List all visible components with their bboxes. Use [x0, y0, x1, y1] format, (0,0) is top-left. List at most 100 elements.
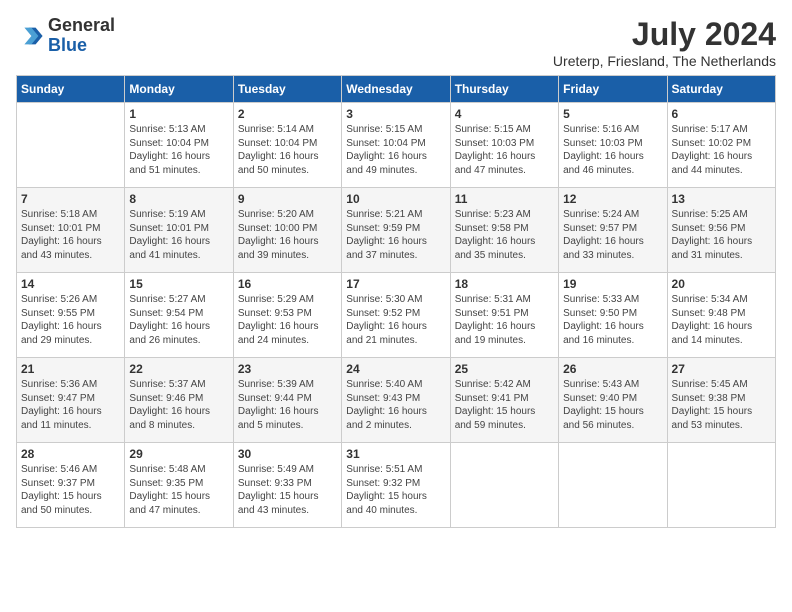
logo-blue-label: Blue [48, 36, 115, 56]
page-header: General Blue July 2024 Ureterp, Frieslan… [16, 16, 776, 69]
cell-content: Sunrise: 5:31 AM Sunset: 9:51 PM Dayligh… [455, 293, 554, 347]
day-number: 3 [346, 107, 445, 121]
calendar-cell: 26 Sunrise: 5:43 AM Sunset: 9:40 PM Dayli… [559, 358, 667, 443]
day-number: 27 [672, 362, 771, 376]
cell-content: Sunrise: 5:30 AM Sunset: 9:52 PM Dayligh… [346, 293, 445, 347]
day-number: 26 [563, 362, 662, 376]
calendar-cell: 8 Sunrise: 5:19 AM Sunset: 10:01 PM Dayli… [125, 188, 233, 273]
day-number: 7 [21, 192, 120, 206]
header-cell-thursday: Thursday [450, 76, 558, 103]
cell-content: Sunrise: 5:26 AM Sunset: 9:55 PM Dayligh… [21, 293, 120, 347]
day-number: 20 [672, 277, 771, 291]
main-title: July 2024 [553, 16, 776, 53]
calendar-cell: 3 Sunrise: 5:15 AM Sunset: 10:04 PM Dayli… [342, 103, 450, 188]
cell-content: Sunrise: 5:43 AM Sunset: 9:40 PM Dayligh… [563, 378, 662, 432]
day-number: 30 [238, 447, 337, 461]
day-number: 31 [346, 447, 445, 461]
logo-text: General Blue [48, 16, 115, 56]
day-number: 17 [346, 277, 445, 291]
cell-content: Sunrise: 5:21 AM Sunset: 9:59 PM Dayligh… [346, 208, 445, 262]
cell-content: Sunrise: 5:24 AM Sunset: 9:57 PM Dayligh… [563, 208, 662, 262]
day-number: 12 [563, 192, 662, 206]
calendar-cell: 5Sunrise: 5:16 AM Sunset: 10:03 PM Dayli… [559, 103, 667, 188]
cell-content: Sunrise: 5:16 AM Sunset: 10:03 PM Daylig… [563, 123, 662, 177]
calendar-week-1: 1 Sunrise: 5:13 AM Sunset: 10:04 PM Dayli… [17, 103, 776, 188]
logo-general-label: General [48, 16, 115, 36]
calendar-cell: 28Sunrise: 5:46 AM Sunset: 9:37 PM Dayli… [17, 443, 125, 528]
cell-content: Sunrise: 5:36 AM Sunset: 9:47 PM Dayligh… [21, 378, 120, 432]
day-number: 22 [129, 362, 228, 376]
calendar-header: SundayMondayTuesdayWednesdayThursdayFrid… [17, 76, 776, 103]
day-number: 24 [346, 362, 445, 376]
cell-content: Sunrise: 5:40 AM Sunset: 9:43 PM Dayligh… [346, 378, 445, 432]
calendar-week-4: 21 Sunrise: 5:36 AM Sunset: 9:47 PM Dayli… [17, 358, 776, 443]
cell-content: Sunrise: 5:39 AM Sunset: 9:44 PM Dayligh… [238, 378, 337, 432]
calendar-cell: 29Sunrise: 5:48 AM Sunset: 9:35 PM Dayli… [125, 443, 233, 528]
calendar-cell: 7Sunrise: 5:18 AM Sunset: 10:01 PM Dayli… [17, 188, 125, 273]
calendar-table: SundayMondayTuesdayWednesdayThursdayFrid… [16, 75, 776, 528]
calendar-cell: 15Sunrise: 5:27 AM Sunset: 9:54 PM Dayli… [125, 273, 233, 358]
subtitle: Ureterp, Friesland, The Netherlands [553, 53, 776, 69]
cell-content: Sunrise: 5:14 AM Sunset: 10:04 PM Daylig… [238, 123, 337, 177]
cell-content: Sunrise: 5:49 AM Sunset: 9:33 PM Dayligh… [238, 463, 337, 517]
day-number: 28 [21, 447, 120, 461]
day-number: 10 [346, 192, 445, 206]
day-number: 9 [238, 192, 337, 206]
calendar-cell: 31 Sunrise: 5:51 AM Sunset: 9:32 PM Dayli… [342, 443, 450, 528]
cell-content: Sunrise: 5:15 AM Sunset: 10:03 PM Daylig… [455, 123, 554, 177]
calendar-cell: 18 Sunrise: 5:31 AM Sunset: 9:51 PM Dayli… [450, 273, 558, 358]
calendar-cell: 11Sunrise: 5:23 AM Sunset: 9:58 PM Dayli… [450, 188, 558, 273]
header-cell-friday: Friday [559, 76, 667, 103]
calendar-week-5: 28Sunrise: 5:46 AM Sunset: 9:37 PM Dayli… [17, 443, 776, 528]
day-number: 25 [455, 362, 554, 376]
cell-content: Sunrise: 5:33 AM Sunset: 9:50 PM Dayligh… [563, 293, 662, 347]
calendar-cell: 24 Sunrise: 5:40 AM Sunset: 9:43 PM Dayli… [342, 358, 450, 443]
cell-content: Sunrise: 5:19 AM Sunset: 10:01 PM Daylig… [129, 208, 228, 262]
calendar-cell: 30 Sunrise: 5:49 AM Sunset: 9:33 PM Dayli… [233, 443, 341, 528]
cell-content: Sunrise: 5:34 AM Sunset: 9:48 PM Dayligh… [672, 293, 771, 347]
title-block: July 2024 Ureterp, Friesland, The Nether… [553, 16, 776, 69]
calendar-cell: 17 Sunrise: 5:30 AM Sunset: 9:52 PM Dayli… [342, 273, 450, 358]
cell-content: Sunrise: 5:13 AM Sunset: 10:04 PM Daylig… [129, 123, 228, 177]
cell-content: Sunrise: 5:17 AM Sunset: 10:02 PM Daylig… [672, 123, 771, 177]
day-number: 14 [21, 277, 120, 291]
calendar-cell [450, 443, 558, 528]
calendar-cell: 23Sunrise: 5:39 AM Sunset: 9:44 PM Dayli… [233, 358, 341, 443]
calendar-cell: 21 Sunrise: 5:36 AM Sunset: 9:47 PM Dayli… [17, 358, 125, 443]
cell-content: Sunrise: 5:37 AM Sunset: 9:46 PM Dayligh… [129, 378, 228, 432]
calendar-cell: 22 Sunrise: 5:37 AM Sunset: 9:46 PM Dayli… [125, 358, 233, 443]
cell-content: Sunrise: 5:29 AM Sunset: 9:53 PM Dayligh… [238, 293, 337, 347]
day-number: 29 [129, 447, 228, 461]
calendar-cell: 12 Sunrise: 5:24 AM Sunset: 9:57 PM Dayli… [559, 188, 667, 273]
cell-content: Sunrise: 5:23 AM Sunset: 9:58 PM Dayligh… [455, 208, 554, 262]
calendar-cell: 14 Sunrise: 5:26 AM Sunset: 9:55 PM Dayli… [17, 273, 125, 358]
header-cell-saturday: Saturday [667, 76, 775, 103]
cell-content: Sunrise: 5:15 AM Sunset: 10:04 PM Daylig… [346, 123, 445, 177]
day-number: 15 [129, 277, 228, 291]
calendar-cell [17, 103, 125, 188]
cell-content: Sunrise: 5:51 AM Sunset: 9:32 PM Dayligh… [346, 463, 445, 517]
cell-content: Sunrise: 5:20 AM Sunset: 10:00 PM Daylig… [238, 208, 337, 262]
day-number: 8 [129, 192, 228, 206]
calendar-body: 1 Sunrise: 5:13 AM Sunset: 10:04 PM Dayli… [17, 103, 776, 528]
day-number: 1 [129, 107, 228, 121]
logo: General Blue [16, 16, 115, 56]
day-number: 18 [455, 277, 554, 291]
calendar-cell: 10 Sunrise: 5:21 AM Sunset: 9:59 PM Dayli… [342, 188, 450, 273]
header-cell-sunday: Sunday [17, 76, 125, 103]
calendar-cell: 4 Sunrise: 5:15 AM Sunset: 10:03 PM Dayli… [450, 103, 558, 188]
calendar-cell: 27 Sunrise: 5:45 AM Sunset: 9:38 PM Dayli… [667, 358, 775, 443]
day-number: 19 [563, 277, 662, 291]
day-number: 13 [672, 192, 771, 206]
cell-content: Sunrise: 5:45 AM Sunset: 9:38 PM Dayligh… [672, 378, 771, 432]
calendar-cell: 6Sunrise: 5:17 AM Sunset: 10:02 PM Dayli… [667, 103, 775, 188]
day-number: 4 [455, 107, 554, 121]
calendar-cell: 16Sunrise: 5:29 AM Sunset: 9:53 PM Dayli… [233, 273, 341, 358]
logo-icon [16, 22, 44, 50]
calendar-cell: 1 Sunrise: 5:13 AM Sunset: 10:04 PM Dayli… [125, 103, 233, 188]
calendar-cell: 2Sunrise: 5:14 AM Sunset: 10:04 PM Dayli… [233, 103, 341, 188]
header-row: SundayMondayTuesdayWednesdayThursdayFrid… [17, 76, 776, 103]
day-number: 21 [21, 362, 120, 376]
calendar-cell [559, 443, 667, 528]
cell-content: Sunrise: 5:42 AM Sunset: 9:41 PM Dayligh… [455, 378, 554, 432]
